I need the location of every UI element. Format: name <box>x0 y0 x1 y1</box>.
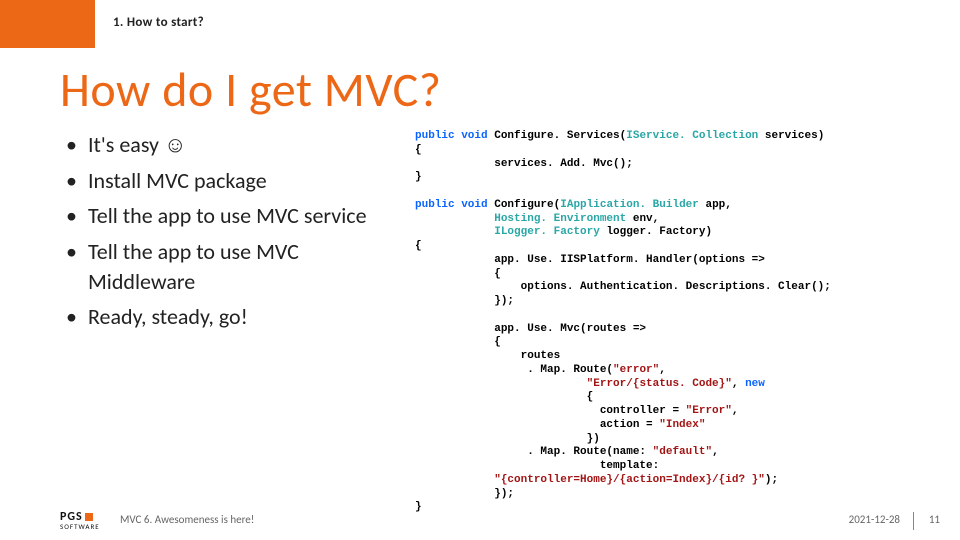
code-text: Configure( <box>488 199 561 211</box>
code-text: } <box>415 171 422 183</box>
footer-tagline: MVC 6. Awesomeness is here! <box>120 513 254 526</box>
slide: 1. How to start? How do I get MVC? It's … <box>0 0 960 540</box>
code-text <box>415 378 587 390</box>
code-text: app. Use. Mvc(routes => <box>415 323 646 335</box>
code-snippet: public void Configure. Services(IService… <box>415 130 930 515</box>
code-text: }); <box>415 488 514 500</box>
logo-square-icon <box>85 513 93 521</box>
code-text: services. Add. Mvc(); <box>415 158 633 170</box>
code-keyword: new <box>745 378 765 390</box>
code-text: action = <box>415 419 659 431</box>
code-string: "Error/{status. Code}" <box>587 378 732 390</box>
list-item: Install MVC package <box>60 166 400 196</box>
logo-subtext: SOFTWARE <box>60 523 100 530</box>
code-text: , <box>732 405 739 417</box>
page-title: How do I get MVC? <box>60 60 441 119</box>
list-item: Tell the app to use MVC Middleware <box>60 237 400 296</box>
code-text: { <box>415 144 422 156</box>
code-string: "default" <box>653 446 712 458</box>
code-text: services) <box>758 130 824 142</box>
code-text: routes <box>415 350 560 362</box>
code-type: IApplication. Builder <box>560 199 699 211</box>
accent-bar <box>0 0 95 48</box>
code-keyword: public void <box>415 130 488 142</box>
code-text: { <box>415 391 593 403</box>
code-string: "error" <box>613 364 659 376</box>
section-label: 1. How to start? <box>113 15 204 30</box>
code-text: template: <box>415 460 659 472</box>
code-text: logger. Factory) <box>600 226 712 238</box>
code-text: app. Use. IISPlatform. Handler(options =… <box>415 254 765 266</box>
footer-date: 2021-12-28 <box>849 513 900 526</box>
bullet-list: It's easy ☺ Install MVC package Tell the… <box>60 130 400 332</box>
code-type: IService. Collection <box>626 130 758 142</box>
content-area: It's easy ☺ Install MVC package Tell the… <box>60 130 930 485</box>
code-text: ); <box>765 474 778 486</box>
list-item: It's easy ☺ <box>60 130 400 160</box>
code-text: }); <box>415 295 514 307</box>
footer-separator <box>913 512 914 530</box>
code-text: }) <box>415 433 600 445</box>
list-item: Tell the app to use MVC service <box>60 201 400 231</box>
code-string: "Index" <box>659 419 705 431</box>
code-type: Hosting. Environment <box>494 213 626 225</box>
code-text <box>415 213 494 225</box>
code-text <box>415 226 494 238</box>
code-text: options. Authentication. Descriptions. C… <box>415 281 831 293</box>
code-text: app, <box>699 199 732 211</box>
code-text: . Map. Route( <box>415 364 613 376</box>
page-number: 11 <box>929 513 940 526</box>
code-text <box>415 474 494 486</box>
logo: PGS SOFTWARE <box>60 511 100 530</box>
code-type: ILogger. Factory <box>494 226 600 238</box>
list-item: Ready, steady, go! <box>60 302 400 332</box>
code-text: { <box>415 268 501 280</box>
code-text: { <box>415 336 501 348</box>
code-string: "{controller=Home}/{action=Index}/{id? }… <box>494 474 765 486</box>
code-string: "Error" <box>686 405 732 417</box>
code-text: , <box>712 446 719 458</box>
code-text: Configure. Services( <box>488 130 627 142</box>
code-text: { <box>415 240 422 252</box>
footer: PGS SOFTWARE MVC 6. Awesomeness is here!… <box>0 500 960 540</box>
code-keyword: public void <box>415 199 488 211</box>
code-text: env, <box>626 213 659 225</box>
code-text: . Map. Route(name: <box>415 446 653 458</box>
code-text: , <box>659 364 666 376</box>
code-text: , <box>732 378 745 390</box>
code-text: controller = <box>415 405 686 417</box>
